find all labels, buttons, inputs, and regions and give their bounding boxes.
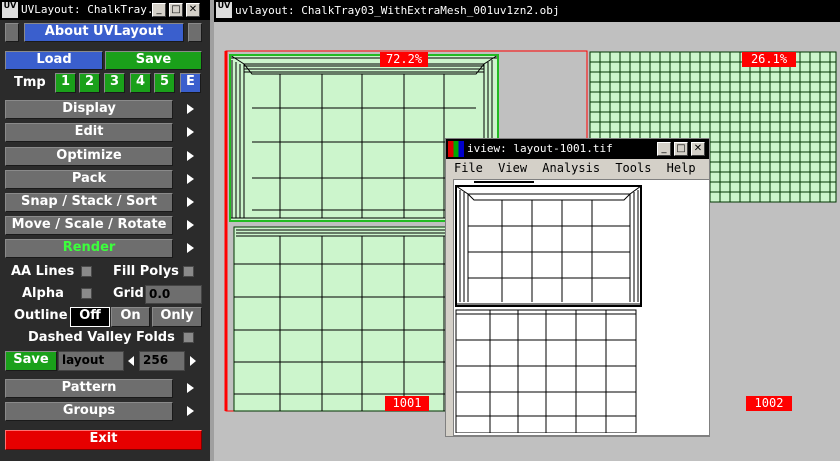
- close-icon[interactable]: ✕: [186, 3, 200, 17]
- edit-menu-button[interactable]: Edit: [5, 123, 173, 142]
- display-menu-button[interactable]: Display: [5, 100, 173, 119]
- about-uvlayout-button[interactable]: About UVLayout: [24, 23, 184, 42]
- uv-app-icon: UV: [2, 2, 18, 18]
- menu-tools[interactable]: Tools: [615, 159, 651, 177]
- resolution-input[interactable]: 256: [139, 351, 185, 371]
- display-arrow-icon[interactable]: [187, 104, 194, 114]
- outline-label: Outline: [14, 308, 68, 323]
- tmp-slot-e[interactable]: E: [180, 73, 201, 93]
- minimize-icon[interactable]: _: [152, 3, 166, 17]
- fill-polys-checkbox[interactable]: [183, 266, 194, 277]
- optimize-menu-button[interactable]: Optimize: [5, 147, 173, 166]
- load-button[interactable]: Load: [5, 51, 103, 70]
- move-scale-rotate-menu-button[interactable]: Move / Scale / Rotate: [5, 216, 173, 235]
- iview-title: iview: layout-1001.tif: [467, 142, 613, 155]
- optimize-arrow-icon[interactable]: [187, 151, 194, 161]
- pattern-menu-button[interactable]: Pattern: [5, 379, 173, 398]
- snap-stack-sort-menu-button[interactable]: Snap / Stack / Sort: [5, 193, 173, 212]
- aa-lines-label: AA Lines: [11, 264, 75, 279]
- tmp-slot-4[interactable]: 4: [130, 73, 151, 93]
- iview-titlebar[interactable]: iview: layout-1001.tif _ □ ✕: [446, 139, 709, 159]
- fill-polys-label: Fill Polys: [113, 264, 179, 279]
- iview-minimize-icon[interactable]: _: [657, 142, 671, 156]
- dashed-valley-folds-checkbox[interactable]: [183, 332, 194, 343]
- layout-name-input[interactable]: layout: [58, 351, 124, 371]
- maximize-icon[interactable]: □: [169, 3, 183, 17]
- grid-input[interactable]: 0.0: [145, 285, 202, 304]
- dashed-valley-folds-label: Dashed Valley Folds: [28, 330, 175, 345]
- iview-window: iview: layout-1001.tif _ □ ✕ File View A…: [445, 138, 710, 437]
- panel-left-handle[interactable]: [5, 23, 19, 42]
- iview-app-icon: [448, 141, 464, 157]
- save-button[interactable]: Save: [105, 51, 202, 70]
- resolution-down-arrow-icon[interactable]: [128, 356, 134, 366]
- pack-menu-button[interactable]: Pack: [5, 170, 173, 189]
- iview-close-icon[interactable]: ✕: [691, 142, 705, 156]
- layout-image-svg: [455, 181, 642, 434]
- render-arrow-icon[interactable]: [187, 243, 194, 253]
- menu-help[interactable]: Help: [667, 159, 696, 177]
- panel-right-handle[interactable]: [188, 23, 202, 42]
- tmp-slot-2[interactable]: 2: [79, 73, 100, 93]
- alpha-checkbox[interactable]: [81, 288, 92, 299]
- tmp-slot-5[interactable]: 5: [154, 73, 175, 93]
- uvlayout-control-panel: UV UVLayout: ChalkTray... _ □ ✕ About UVL…: [0, 0, 210, 461]
- render-menu-button[interactable]: Render: [5, 239, 173, 258]
- iview-maximize-icon[interactable]: □: [674, 142, 688, 156]
- iview-menubar: File View Analysis Tools Help: [446, 159, 709, 177]
- tile-1002-label: 1002: [746, 396, 792, 411]
- menu-analysis[interactable]: Analysis: [542, 159, 600, 177]
- pattern-arrow-icon[interactable]: [187, 383, 194, 393]
- layout-image-preview[interactable]: [453, 179, 710, 436]
- edit-arrow-icon[interactable]: [187, 127, 194, 137]
- outline-off-button[interactable]: Off: [70, 307, 110, 327]
- uv-app-icon: UV: [216, 2, 232, 18]
- tile-1001-usage-badge: 72.2%: [380, 52, 428, 67]
- tmp-label: Tmp: [14, 75, 46, 90]
- snap-arrow-icon[interactable]: [187, 197, 194, 207]
- resolution-up-arrow-icon[interactable]: [190, 356, 196, 366]
- outline-on-button[interactable]: On: [111, 307, 150, 327]
- viewport-title: uvlayout: ChalkTray03_WithExtraMesh_001u…: [235, 4, 560, 17]
- exit-button[interactable]: Exit: [5, 430, 202, 450]
- menu-file[interactable]: File: [454, 159, 483, 177]
- move-arrow-icon[interactable]: [187, 220, 194, 230]
- aa-lines-checkbox[interactable]: [81, 266, 92, 277]
- viewport-titlebar[interactable]: UV uvlayout: ChalkTray03_WithExtraMesh_00…: [214, 0, 840, 22]
- groups-arrow-icon[interactable]: [187, 406, 194, 416]
- groups-menu-button[interactable]: Groups: [5, 402, 173, 421]
- save-layout-button[interactable]: Save: [5, 351, 57, 371]
- panel-title: UVLayout: ChalkTray...: [21, 3, 167, 16]
- tile-1002-usage-badge: 26.1%: [742, 52, 796, 67]
- grid-label: Grid: [113, 286, 144, 301]
- pack-arrow-icon[interactable]: [187, 174, 194, 184]
- tile-1001-label: 1001: [385, 396, 429, 411]
- panel-titlebar[interactable]: UV UVLayout: ChalkTray... _ □ ✕: [0, 0, 210, 20]
- tmp-slot-1[interactable]: 1: [55, 73, 76, 93]
- panel-body: About UVLayout Load Save Tmp 1 2 3 4 5 E…: [0, 20, 210, 461]
- outline-only-button[interactable]: Only: [152, 307, 202, 327]
- menu-view[interactable]: View: [498, 159, 527, 177]
- tmp-slot-3[interactable]: 3: [104, 73, 125, 93]
- alpha-label: Alpha: [22, 286, 64, 301]
